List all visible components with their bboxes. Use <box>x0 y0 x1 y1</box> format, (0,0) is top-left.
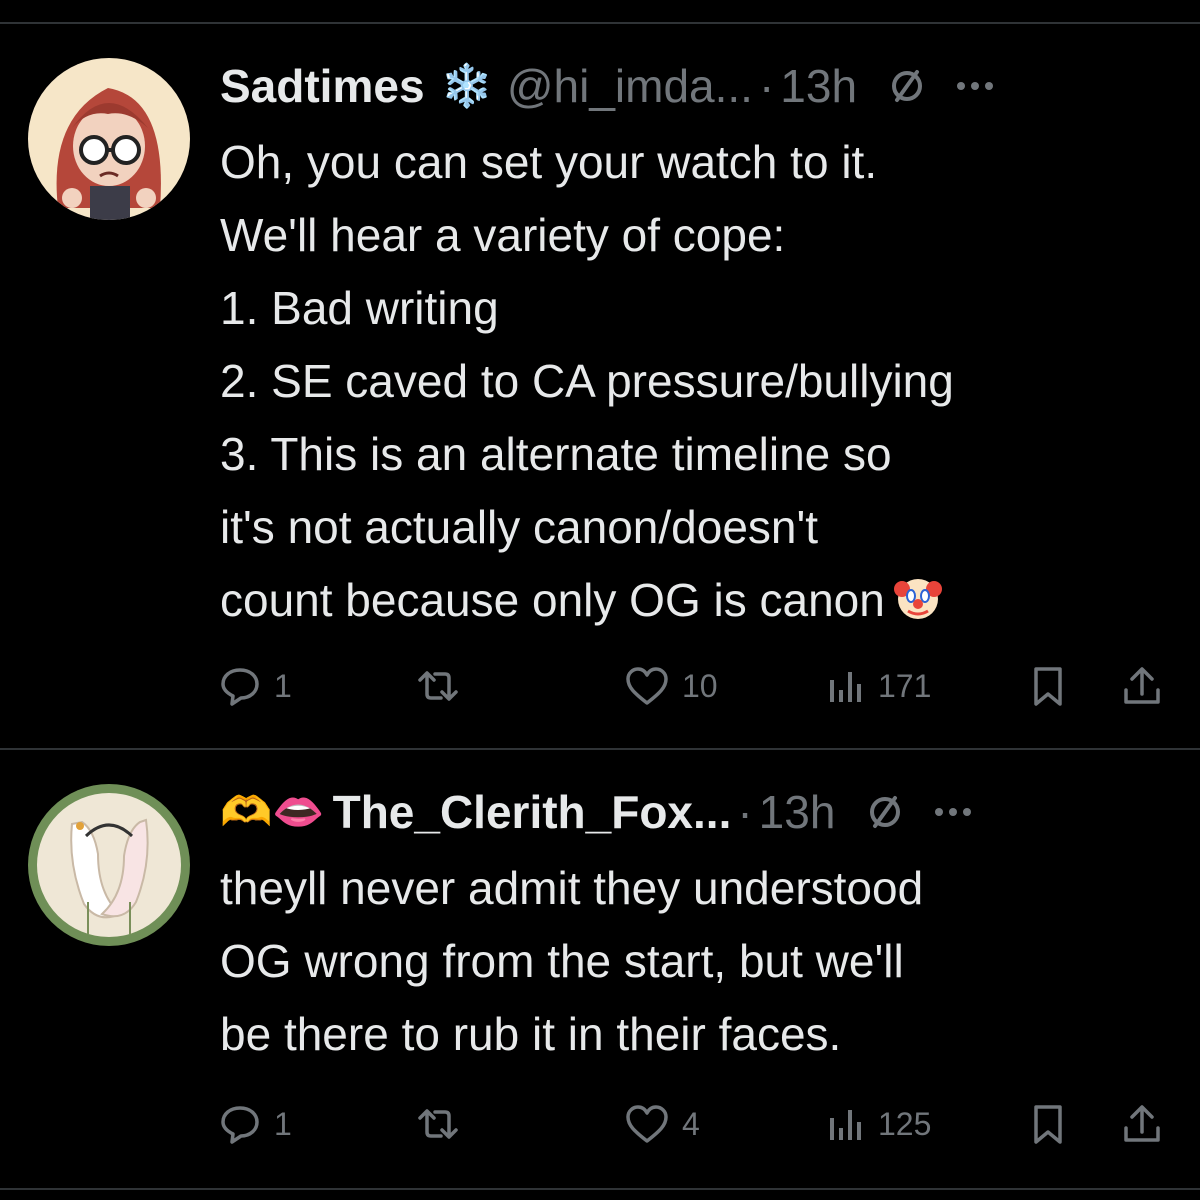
tweet-header: 🫶👄 The_Clerith_Fox... · 13h <box>220 782 1170 842</box>
timestamp[interactable]: 13h <box>780 59 857 113</box>
bookmark-icon <box>1034 667 1062 706</box>
bookmark-button[interactable] <box>1028 662 1068 710</box>
bookmark-button[interactable] <box>1028 1100 1068 1148</box>
avatar-sadtimes[interactable] <box>28 58 190 220</box>
tweet-text: Oh, you can set your watch to it. We'll … <box>220 126 1170 643</box>
tweet-text-content: Oh, you can set your watch to it. We'll … <box>220 136 954 626</box>
more-dots-icon[interactable] <box>933 806 973 818</box>
bar-chart-icon <box>830 672 861 702</box>
heart-hands-lips-emojis: 🫶👄 <box>220 788 325 835</box>
repost-button[interactable] <box>414 662 462 710</box>
tweet-header: Sadtimes ❄️ @hi_imda... · 13h <box>220 56 1170 116</box>
share-button[interactable] <box>1120 1100 1164 1148</box>
bar-chart-icon <box>830 1110 861 1140</box>
tweet-text: theyll never admit they understood OG wr… <box>220 862 924 1060</box>
timestamp[interactable]: 13h <box>759 785 836 839</box>
separator-dot: · <box>758 60 775 112</box>
repost-button[interactable] <box>414 1100 462 1148</box>
top-divider <box>0 22 1200 24</box>
avatar-clerith-fox[interactable] <box>28 784 190 946</box>
more-dots-icon[interactable] <box>955 80 995 92</box>
like-button[interactable]: 10 <box>624 662 718 710</box>
bookmark-icon <box>1034 1105 1062 1144</box>
like-button[interactable]: 4 <box>624 1100 700 1148</box>
views-count: 125 <box>878 1105 932 1142</box>
share-upload-icon <box>1124 1105 1160 1142</box>
tweet-actions: 1 4 125 <box>218 1100 1168 1148</box>
speech-bubble-icon <box>221 1106 259 1144</box>
bottom-divider <box>0 1188 1200 1190</box>
heart-icon <box>626 1105 668 1143</box>
repost-arrows-icon <box>418 671 458 701</box>
reply-count: 1 <box>274 667 292 704</box>
speech-bubble-icon <box>221 668 259 706</box>
share-button[interactable] <box>1120 662 1164 710</box>
reply-button[interactable]: 1 <box>218 1100 292 1148</box>
display-name[interactable]: Sadtimes <box>220 59 425 113</box>
views-button[interactable]: 171 <box>826 662 931 710</box>
views-count: 171 <box>878 667 932 704</box>
snowflake-badge: ❄️ <box>440 62 493 109</box>
like-count: 4 <box>682 1105 700 1142</box>
user-handle[interactable]: @hi_imda... <box>507 59 753 113</box>
separator-dot: · <box>737 786 753 838</box>
like-count: 10 <box>682 667 718 704</box>
tweet-actions: 1 10 171 <box>218 662 1168 710</box>
heart-icon <box>626 667 668 705</box>
repost-arrows-icon <box>418 1109 458 1139</box>
grok-icon[interactable] <box>887 66 927 106</box>
reply-button[interactable]: 1 <box>218 662 292 710</box>
reply-count: 1 <box>274 1105 292 1142</box>
share-upload-icon <box>1124 667 1160 704</box>
display-name[interactable]: The_Clerith_Fox... <box>333 785 732 839</box>
tweet-divider <box>0 748 1200 750</box>
grok-icon[interactable] <box>865 792 905 832</box>
views-button[interactable]: 125 <box>826 1100 931 1148</box>
clown-emoji <box>893 570 943 643</box>
